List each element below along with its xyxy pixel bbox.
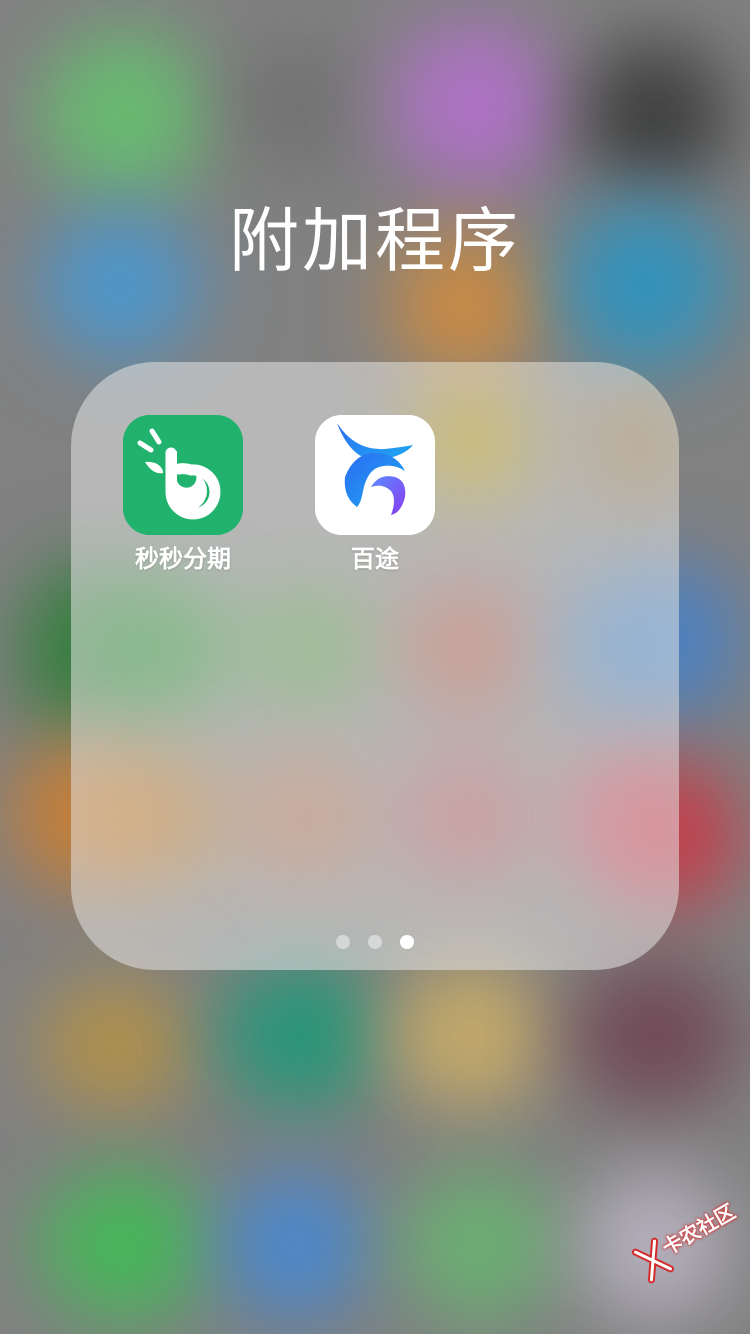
baitu-app-icon[interactable] bbox=[315, 415, 435, 535]
app-label: 秒秒分期 bbox=[135, 545, 231, 573]
app-label: 百途 bbox=[351, 545, 399, 573]
miaomiao-fenqi-app-icon[interactable] bbox=[123, 415, 243, 535]
page-dot-3-active[interactable] bbox=[400, 935, 414, 949]
app-miaomiao-fenqi[interactable]: 秒秒分期 bbox=[108, 415, 258, 575]
page-indicator[interactable] bbox=[71, 935, 679, 949]
folder-title[interactable]: 附加程序 bbox=[0, 196, 750, 286]
app-baitu[interactable]: 百途 bbox=[300, 415, 450, 575]
home-screen: 附加程序 秒秒分期 百途 卡农社区 bbox=[0, 0, 750, 1334]
folder-panel: 秒秒分期 百途 bbox=[71, 362, 679, 970]
page-dot-1[interactable] bbox=[336, 935, 350, 949]
page-dot-2[interactable] bbox=[368, 935, 382, 949]
